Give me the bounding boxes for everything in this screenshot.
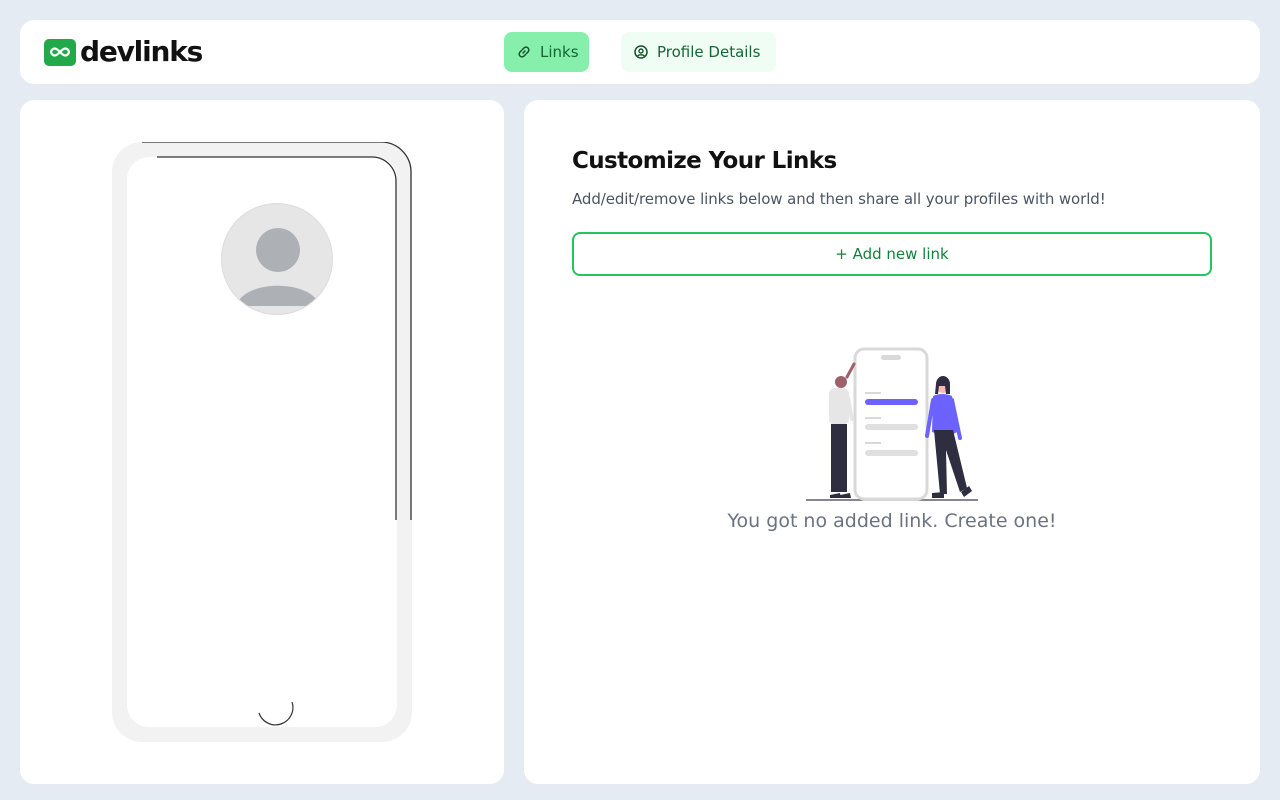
empty-state-message: You got no added link. Create one! <box>727 510 1057 532</box>
logo[interactable]: devlinks <box>44 35 203 68</box>
page-title: Customize Your Links <box>572 148 837 174</box>
add-new-link-button[interactable]: + Add new link <box>572 232 1212 276</box>
page-subtitle: Add/edit/remove links below and then sha… <box>572 190 1106 208</box>
phone-preview-panel <box>20 100 504 784</box>
infinity-logo-icon <box>44 38 76 66</box>
links-editor-panel: Customize Your Links Add/edit/remove lin… <box>524 100 1260 784</box>
link-icon <box>516 44 532 60</box>
top-navbar: devlinks Links Profile Details <box>20 20 1260 84</box>
user-circle-icon <box>633 44 649 60</box>
people-with-phone-illustration <box>806 347 978 501</box>
tab-links-label: Links <box>540 43 579 61</box>
tab-profile-details-label: Profile Details <box>657 43 761 61</box>
phone-frame <box>112 142 412 742</box>
tab-links[interactable]: Links <box>504 32 589 72</box>
phone-outline <box>142 142 412 520</box>
logo-text: devlinks <box>80 35 203 68</box>
tab-profile-details[interactable]: Profile Details <box>621 32 776 72</box>
